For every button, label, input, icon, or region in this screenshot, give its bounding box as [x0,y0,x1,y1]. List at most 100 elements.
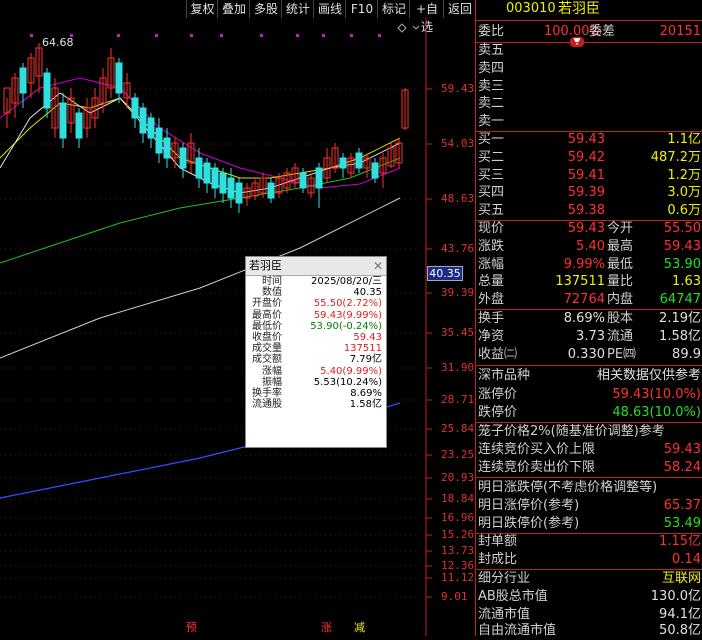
asks-label: 卖二 [478,96,505,112]
toolbar-button-5[interactable]: F10 [345,0,378,18]
stats-l2: 流通 [607,329,634,344]
stats-v1: 3.73 [576,329,605,344]
event-marker[interactable]: 减 [354,622,365,634]
next-title: 明日涨跌停(不考虑价格调整等) [476,479,702,497]
current-price-box: 40.35 [427,266,463,281]
tooltip-row: 开盘价 55.50(2.72%) [246,298,386,309]
toolbar-button-4[interactable]: 画线 [313,0,346,18]
candle-body [203,162,211,184]
toolbar-button-1[interactable]: 叠加 [217,0,250,18]
tooltip-value: 5.53(10.24%) [313,376,382,388]
section-a-right: 相关数据仅供参考 [596,368,701,383]
close-icon[interactable]: ✕ [373,257,383,275]
tooltip-value: 53.90(-0.24%) [310,320,382,332]
asks-label: 卖三 [478,78,505,94]
tooltip-row: 成交额 7.79亿 [246,354,386,365]
candle-body [179,147,187,169]
candle-body [267,182,275,199]
stats-l2: 股本 [607,311,634,326]
toolbar-button-2[interactable]: 多股 [249,0,282,18]
tooltip-value: 7.79亿 [349,354,382,366]
bids-price: 59.42 [567,149,605,165]
weicha-value: 20151 [659,24,701,39]
bids-row[interactable]: 买一 59.43 1.1亿 [476,131,702,149]
bids-label: 买四 [478,185,505,201]
tooltip-value: 1.58亿 [349,399,382,411]
candle-body [219,172,227,194]
quote-l2: 最高 [607,238,634,254]
tooltip-value: 5.40(9.99%) [320,365,382,377]
toolbar-button-0[interactable]: 复权 [186,0,218,18]
tooltip-row: 成交量 137511 [246,343,386,354]
candle-body [195,157,203,179]
high-price-label: 64.68 [42,36,74,49]
asks-row[interactable]: 卖一 [476,113,702,131]
event-marker[interactable]: 预 [186,622,197,634]
tooltip-key: 成交额 [252,354,282,366]
toolbar-button-7[interactable]: +自选 [409,0,444,34]
stats-l2: PE㈣ [607,347,637,362]
stock-name: 若羽臣 [558,1,600,17]
candle-body [163,137,171,159]
ab-cap-value: 130.0亿 [650,589,701,604]
tooltip-key: 数值 [262,287,282,299]
tooltip-key: 收盘价 [252,331,282,343]
candle-body [315,167,323,189]
candle-body [355,152,363,169]
tooltip-key: 涨幅 [262,365,282,377]
tooltip-row: 换手率 8.69% [246,388,386,399]
toolbar-button-6[interactable]: 标记 [377,0,410,18]
next-title-text: 明日涨跌停(不考虑价格调整等) [478,480,658,495]
free-cap-value: 50.8亿 [659,623,701,638]
section-a-header: 深市品种 相关数据仅供参考 [476,367,702,385]
stats-row: 换手 8.69% 股本 2.19亿 [476,310,702,328]
event-marker[interactable]: 涨 [321,622,332,634]
candle-body [75,112,83,139]
toolbar-button-3[interactable]: 统计 [281,0,314,18]
seal-ratio-label: 封成比 [478,552,518,567]
asks-row[interactable]: 卖五 [476,42,702,60]
quote-row: 总量 137511 量比 1.63 [476,273,702,291]
toolbar-button-8[interactable]: 返回 [443,0,476,18]
tooltip-key: 振幅 [262,376,282,388]
candle-body [147,117,155,139]
tooltip-key: 最低价 [252,320,282,332]
limit-down-value: 48.63(10.0%) [612,405,701,420]
candle-body [43,72,51,109]
tooltip-row: 涨幅 5.40(9.99%) [246,366,386,377]
asks-row[interactable]: 卖二 [476,95,702,113]
bids-volume: 1.2万 [667,167,701,183]
bids-row[interactable]: 买三 59.41 1.2万 [476,167,702,185]
bids-row[interactable]: 买二 59.42 487.2万 [476,149,702,167]
quote-l2: 量比 [607,274,634,290]
candle-body [115,62,123,94]
next-down-row: 明日跌停价(参考) 53.49 [476,515,702,533]
top-marker [190,34,193,37]
tooltip-row: 振幅 5.53(10.24%) [246,377,386,388]
quote-l1: 总量 [478,274,505,290]
quote-v2: 59.43 [663,238,701,254]
industry-row: 细分行业 互联网 [476,570,702,588]
cage-sell-label: 连续竞价卖出价下限 [478,460,596,475]
tooltip-value: 2025/08/20/三 [310,276,382,287]
top-marker [30,34,33,37]
kline-chart[interactable]: 59.43 54.03 48.63 43.76 39.39 35.45 31.90 28.71… [0,18,475,636]
kline-canvas[interactable] [0,18,475,636]
bids-row[interactable]: 买四 59.39 3.0万 [476,184,702,202]
seal-amt-label: 封单额 [478,534,518,549]
quote-panel: 003010 若羽臣 委比 100.00% ▼ 委差 20151 卖五 卖四 卖三卖… [475,0,702,638]
bids-row[interactable]: 买五 59.38 0.6万 [476,202,702,220]
asks-row[interactable]: 卖四 [476,60,702,78]
asks-row[interactable]: 卖三 [476,78,702,96]
candle-body [19,67,27,94]
bids-label: 买二 [478,149,505,165]
bids-volume: 1.1亿 [667,132,701,147]
industry-link[interactable]: 互联网 [662,570,701,588]
top-marker [155,34,158,37]
stats-v1: 8.69% [563,311,605,326]
top-marker [350,34,353,37]
bids-label: 买五 [478,203,505,219]
diamond-icon [397,23,407,33]
quote-v1: 72764 [563,292,605,308]
asks-label: 卖四 [478,60,505,76]
